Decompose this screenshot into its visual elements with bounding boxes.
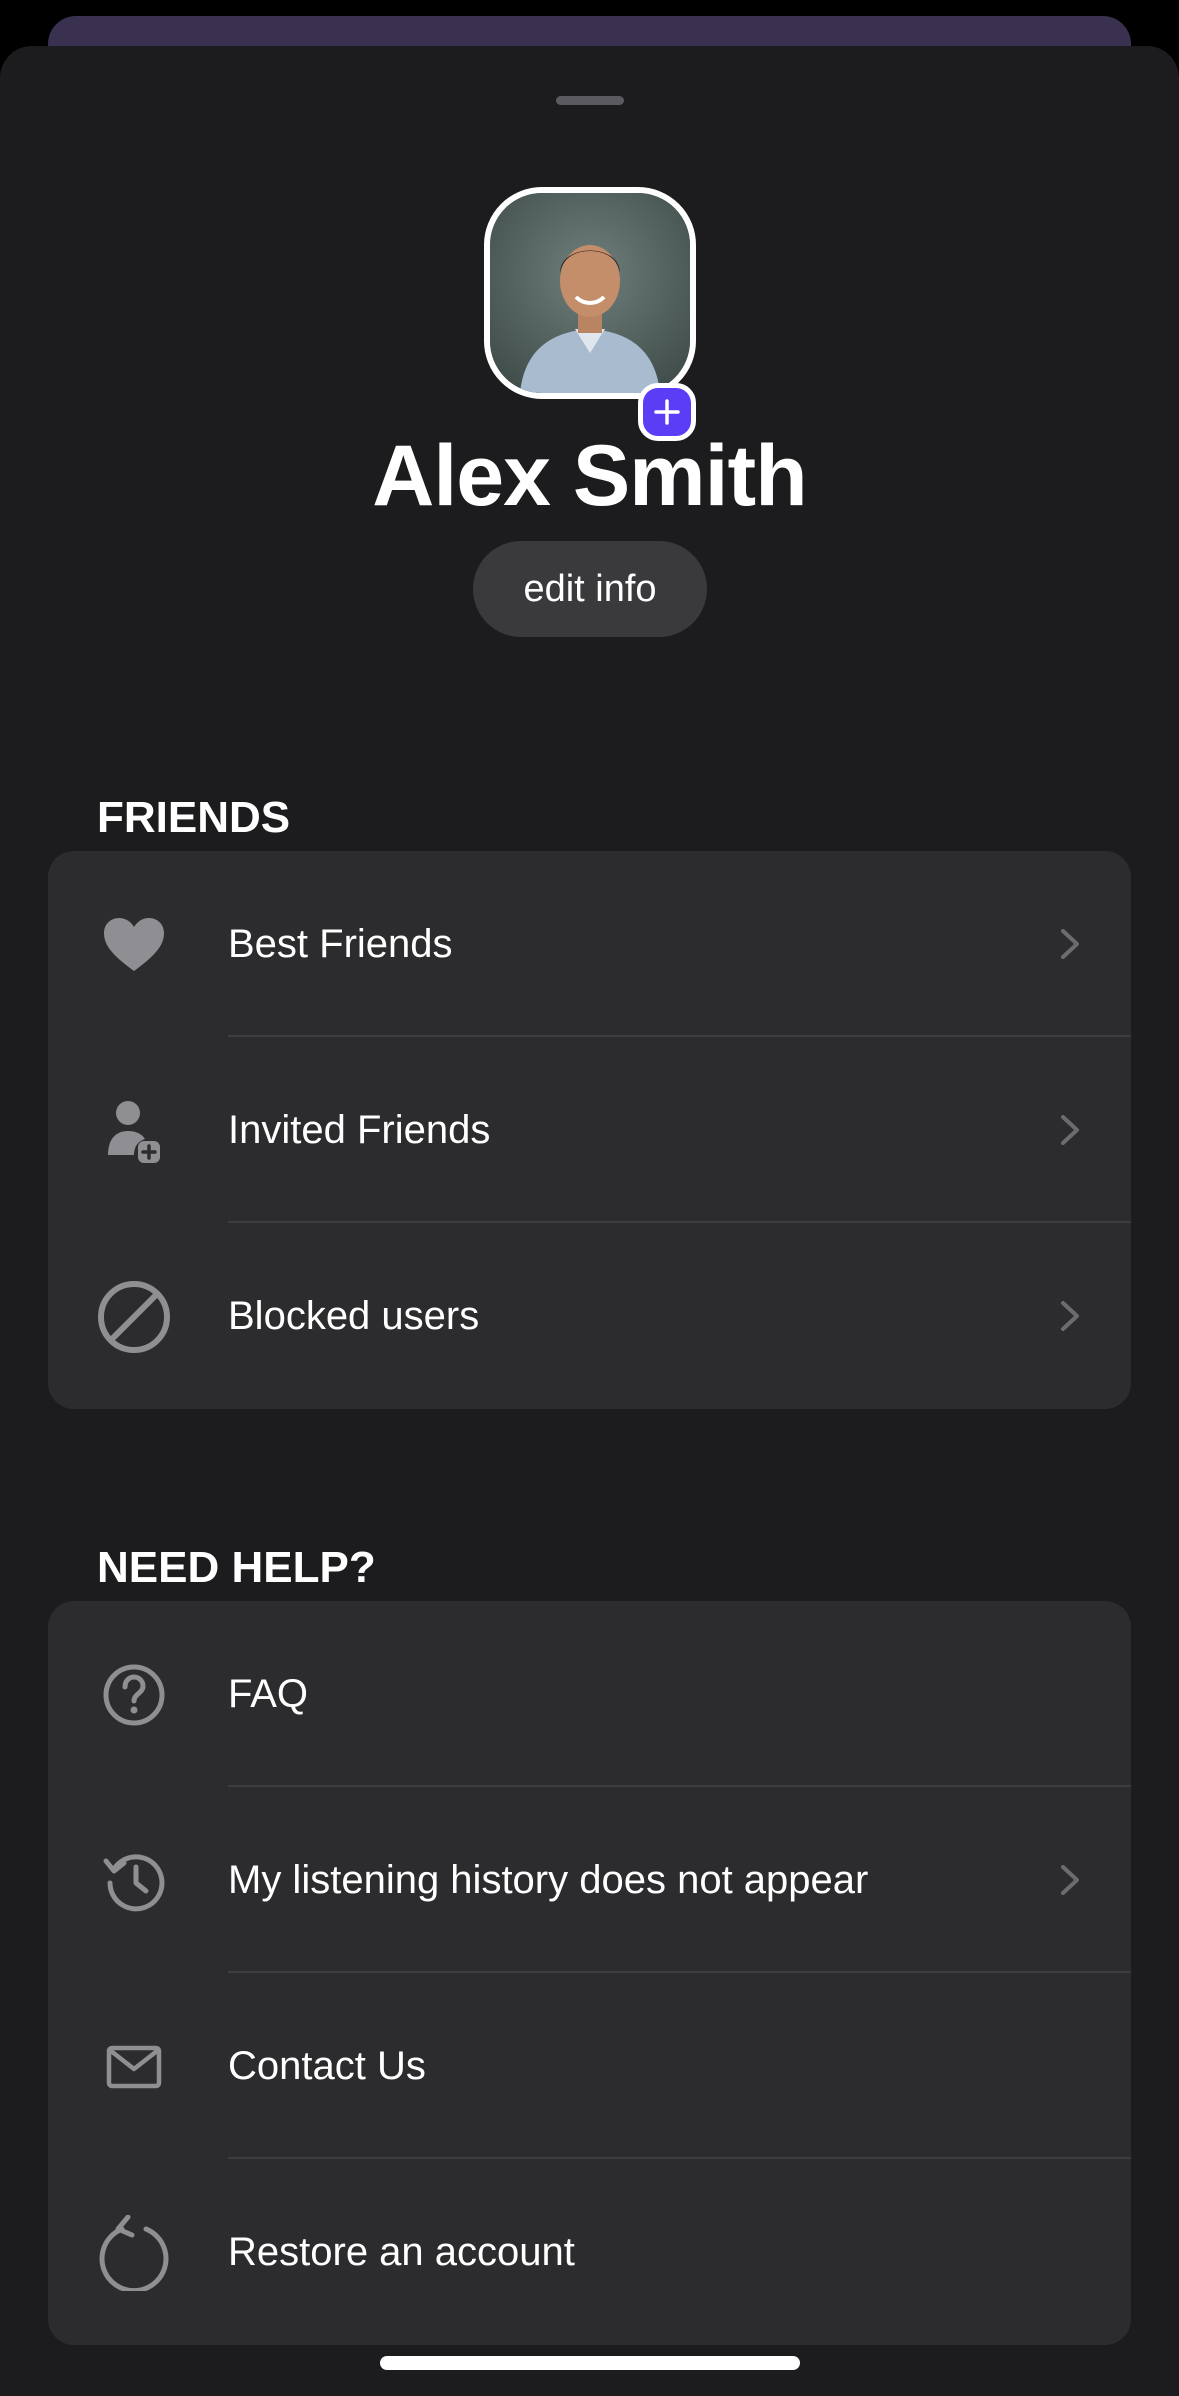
contact-us-row[interactable]: Contact Us xyxy=(48,1973,1131,2159)
faq-label: FAQ xyxy=(228,1672,309,1716)
best-friends-row[interactable]: Best Friends xyxy=(48,851,1131,1037)
plus-icon xyxy=(654,399,680,425)
sheet-grabber[interactable] xyxy=(556,96,624,105)
avatar-container[interactable] xyxy=(484,187,696,441)
blocked-users-row[interactable]: Blocked users xyxy=(48,1223,1131,1409)
restore-icon xyxy=(96,2215,172,2291)
faq-row[interactable]: FAQ xyxy=(48,1601,1131,1787)
restore-account-label: Restore an account xyxy=(228,2230,575,2274)
avatar[interactable] xyxy=(484,187,696,399)
blocked-users-label: Blocked users xyxy=(228,1294,480,1338)
listening-history-label: My listening history does not appear xyxy=(228,1858,869,1902)
heart-icon xyxy=(96,907,172,983)
blocked-icon xyxy=(96,1279,172,1355)
invited-friends-row[interactable]: Invited Friends xyxy=(48,1037,1131,1223)
restore-account-row[interactable]: Restore an account xyxy=(48,2159,1131,2345)
help-card: FAQ My listening history does not appear xyxy=(48,1601,1131,2345)
profile-sheet: Alex Smith edit info FRIENDS Best Friend… xyxy=(0,46,1179,2396)
help-section-title: NEED HELP? xyxy=(97,1543,376,1592)
edit-info-button[interactable]: edit info xyxy=(473,541,707,637)
friends-card: Best Friends Invited Friends Blocked use… xyxy=(48,851,1131,1409)
question-circle-icon xyxy=(96,1657,172,1733)
avatar-photo xyxy=(490,193,690,393)
chevron-right-icon xyxy=(1061,929,1079,959)
best-friends-label: Best Friends xyxy=(228,922,453,966)
profile-name: Alex Smith xyxy=(372,428,807,524)
mail-icon xyxy=(96,2029,172,2105)
contact-us-label: Contact Us xyxy=(228,2044,426,2088)
chevron-right-icon xyxy=(1061,1115,1079,1145)
history-icon xyxy=(96,1843,172,1919)
chevron-right-icon xyxy=(1061,1301,1079,1331)
friends-section-title: FRIENDS xyxy=(97,793,291,842)
invited-friends-label: Invited Friends xyxy=(228,1108,491,1152)
chevron-right-icon xyxy=(1061,1865,1079,1895)
home-indicator xyxy=(380,2356,800,2370)
person-add-icon xyxy=(96,1093,172,1169)
listening-history-row[interactable]: My listening history does not appear xyxy=(48,1787,1131,1973)
